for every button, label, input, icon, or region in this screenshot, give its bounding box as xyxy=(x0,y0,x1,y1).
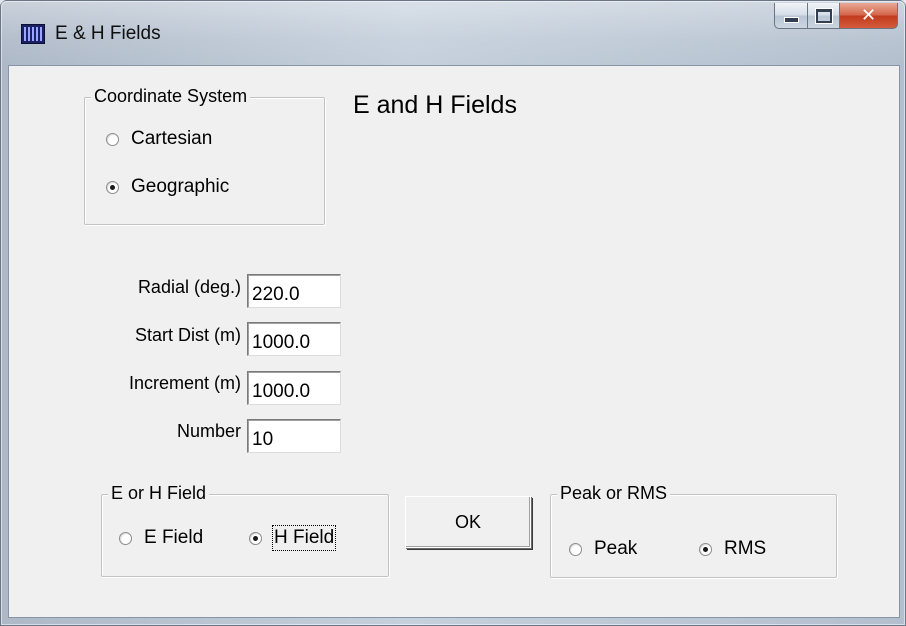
dialog-window: E & H Fields ✕ Coordinate System Cartesi… xyxy=(0,0,906,626)
maximize-icon xyxy=(815,8,832,23)
title-bar[interactable]: E & H Fields ✕ xyxy=(1,1,905,65)
maximize-button[interactable] xyxy=(808,3,840,29)
e-field-label: E Field xyxy=(144,527,204,548)
h-field-radio[interactable]: H Field xyxy=(249,525,337,551)
coordinate-system-group: Coordinate System xyxy=(84,86,325,225)
number-input[interactable] xyxy=(247,419,341,453)
minimize-icon xyxy=(783,16,799,23)
cartesian-radio[interactable]: Cartesian xyxy=(106,128,212,150)
start-dist-label: Start Dist (m) xyxy=(135,325,241,345)
rms-label: RMS xyxy=(724,538,767,559)
peak-label: Peak xyxy=(594,538,638,559)
radio-button-icon[interactable] xyxy=(119,531,132,545)
e-or-h-field-legend: E or H Field xyxy=(108,483,210,504)
radio-button-checked-icon[interactable] xyxy=(106,180,119,194)
caption-buttons: ✕ xyxy=(774,3,898,29)
radio-button-checked-icon[interactable] xyxy=(249,531,262,545)
peak-radio[interactable]: Peak xyxy=(569,538,637,560)
cartesian-label: Cartesian xyxy=(131,128,213,149)
peak-or-rms-group: Peak or RMS xyxy=(550,483,837,578)
ok-button[interactable]: OK xyxy=(405,496,531,548)
radial-input[interactable] xyxy=(247,274,341,308)
increment-label: Increment (m) xyxy=(128,373,241,393)
grid-app-icon[interactable] xyxy=(21,24,45,44)
dialog-client-area: Coordinate System Cartesian Geographic E… xyxy=(8,65,900,618)
e-field-radio[interactable]: E Field xyxy=(119,527,203,549)
radio-button-checked-icon[interactable] xyxy=(699,542,712,556)
radio-button-icon[interactable] xyxy=(569,542,582,556)
close-button[interactable]: ✕ xyxy=(840,3,898,29)
window-title: E & H Fields xyxy=(55,23,161,44)
radio-button-icon[interactable] xyxy=(106,132,119,146)
minimize-button[interactable] xyxy=(774,3,808,29)
peak-or-rms-legend: Peak or RMS xyxy=(557,483,671,504)
coordinate-system-legend: Coordinate System xyxy=(91,86,251,107)
h-field-label: H Field xyxy=(271,525,337,551)
close-icon: ✕ xyxy=(860,5,877,25)
start-dist-input[interactable] xyxy=(247,322,341,356)
number-label: Number xyxy=(176,421,241,441)
geographic-radio[interactable]: Geographic xyxy=(106,176,229,198)
rms-radio[interactable]: RMS xyxy=(699,538,766,560)
increment-input[interactable] xyxy=(247,371,341,405)
page-title: E and H Fields xyxy=(353,91,517,119)
geographic-label: Geographic xyxy=(131,176,230,197)
radial-label: Radial (deg.) xyxy=(137,277,241,297)
